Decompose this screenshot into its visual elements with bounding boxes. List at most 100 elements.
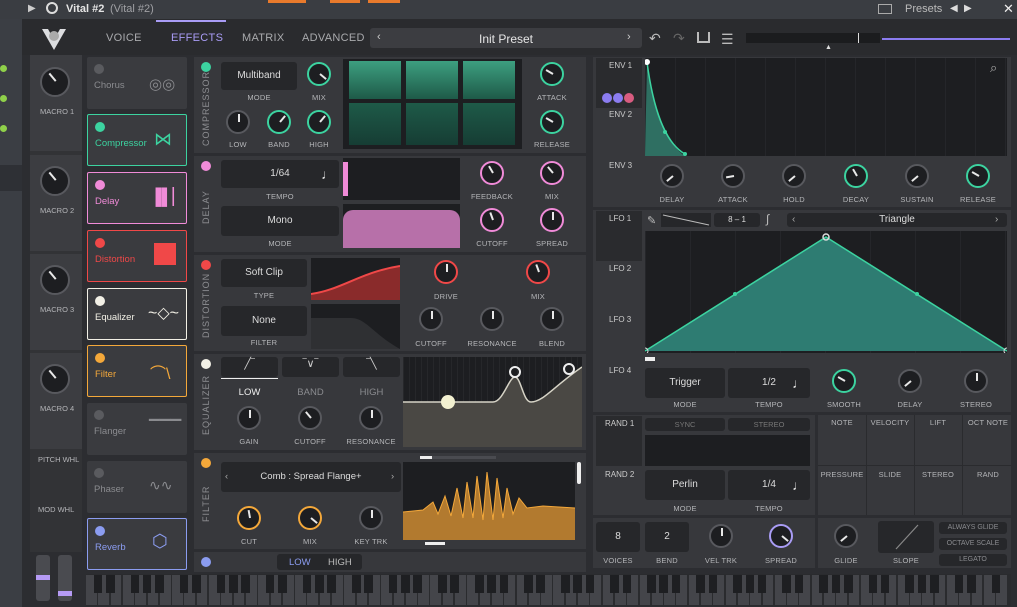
eq-gain-knob[interactable] xyxy=(237,406,261,430)
voices-value[interactable]: 8 xyxy=(596,522,640,552)
piano-black-key[interactable] xyxy=(487,575,496,593)
effect-compressor[interactable]: Compressor ⋈ xyxy=(87,114,187,166)
compressor-band-knob[interactable] xyxy=(267,110,291,134)
compressor-display[interactable] xyxy=(343,59,522,149)
piano-black-key[interactable] xyxy=(179,575,189,593)
filter-cut-knob[interactable] xyxy=(237,506,261,530)
preset-selector[interactable]: ‹ Init Preset › xyxy=(370,28,642,48)
rand-display[interactable] xyxy=(645,435,810,466)
eq-low-shape-button[interactable]: ╱‾ xyxy=(221,357,278,377)
piano-black-key[interactable] xyxy=(831,575,841,593)
piano-black-key[interactable] xyxy=(622,575,632,593)
piano-black-key[interactable] xyxy=(228,575,238,593)
mod-wheel[interactable] xyxy=(58,555,72,601)
filter-model-selector[interactable]: ‹ Comb : Spread Flange+ › xyxy=(221,462,401,492)
piano-black-key[interactable] xyxy=(610,575,619,593)
preset-prev-icon[interactable]: ◀ xyxy=(950,3,958,14)
lfo-tempo-value[interactable]: 1/2 ♩ xyxy=(728,368,810,398)
macro-1-label[interactable]: MACRO 1 xyxy=(40,107,74,116)
env-3-tab[interactable]: ENV 3 xyxy=(609,161,632,170)
lfo-smooth-knob[interactable] xyxy=(832,369,856,393)
piano-black-key[interactable] xyxy=(671,575,681,593)
delay-cutoff-knob[interactable] xyxy=(480,208,504,232)
filter-enable-toggle[interactable] xyxy=(201,458,211,468)
piano-black-key[interactable] xyxy=(241,575,250,593)
equalizer-enable-toggle[interactable] xyxy=(201,359,211,369)
always-glide-toggle[interactable]: ALWAYS GLIDE xyxy=(939,522,1007,534)
piano-black-key[interactable] xyxy=(142,575,152,593)
piano-black-key[interactable] xyxy=(696,575,705,593)
save-icon[interactable] xyxy=(697,32,710,43)
filter-prev-icon[interactable]: ‹ xyxy=(225,462,228,492)
env-2-tab[interactable]: ENV 2 xyxy=(609,110,632,119)
zoom-icon[interactable]: ⌕ xyxy=(990,60,997,76)
piano-black-key[interactable] xyxy=(843,575,853,593)
filter-blend-slider[interactable] xyxy=(420,456,496,459)
piano-black-key[interactable] xyxy=(524,575,533,593)
compressor-mode-value[interactable]: Multiband xyxy=(221,62,297,90)
rand-tempo-value[interactable]: 1/4 ♩ xyxy=(728,470,810,500)
filter-scrollbar[interactable] xyxy=(577,462,581,484)
filter-range-handle[interactable] xyxy=(425,542,445,545)
piano-black-key[interactable] xyxy=(413,575,423,593)
mod-source-slide[interactable]: SLIDE xyxy=(866,470,914,479)
piano-black-key[interactable] xyxy=(364,575,373,593)
eq-tab-band[interactable]: BAND xyxy=(282,387,339,398)
delay-feedback-knob[interactable] xyxy=(480,161,504,185)
mod-source-pressure[interactable]: PRESSURE xyxy=(818,470,866,479)
delay-tempo-value[interactable]: 1/64 ♩ xyxy=(221,160,339,188)
piano-black-key[interactable] xyxy=(155,575,164,593)
piano-black-key[interactable] xyxy=(917,575,927,593)
piano-black-key[interactable] xyxy=(880,575,890,593)
eq-band-node[interactable] xyxy=(509,366,521,378)
preset-next-arrow-icon[interactable]: › xyxy=(627,31,631,43)
mod-source-velocity[interactable]: VELOCITY xyxy=(866,418,914,427)
equalizer-display[interactable] xyxy=(403,357,582,447)
env-decay-knob[interactable] xyxy=(844,164,868,188)
slope-display[interactable] xyxy=(878,521,934,553)
lfo-1-tab[interactable]: LFO 1 xyxy=(596,211,642,261)
macro-2-knob[interactable] xyxy=(40,166,70,196)
lfo-delay-knob[interactable] xyxy=(898,369,922,393)
plugin-gear-icon[interactable] xyxy=(46,2,58,14)
piano-black-key[interactable] xyxy=(278,575,287,593)
eq-high-shape-button[interactable]: ‾╲ xyxy=(343,357,400,377)
distortion-cutoff-knob[interactable] xyxy=(419,307,443,331)
filter-keytrk-knob[interactable] xyxy=(359,506,383,530)
macro-1-knob[interactable] xyxy=(40,67,70,97)
effect-chorus[interactable]: Chorus ◎◎ xyxy=(87,57,187,109)
piano-black-key[interactable] xyxy=(991,575,1001,593)
spread-knob[interactable] xyxy=(769,524,793,548)
compressor-low-knob[interactable] xyxy=(226,110,250,134)
rand-stereo-button[interactable]: STEREO xyxy=(728,418,810,431)
presets-label[interactable]: Presets xyxy=(905,3,942,15)
rand-mode-value[interactable]: Perlin xyxy=(645,470,725,500)
effect-reverb[interactable]: Reverb ⬡ xyxy=(87,518,187,570)
piano-black-key[interactable] xyxy=(585,575,595,593)
lfo-display[interactable] xyxy=(645,231,1007,353)
tab-voice[interactable]: VOICE xyxy=(106,32,142,44)
eq-low-node[interactable] xyxy=(441,395,455,409)
lfo-mode-value[interactable]: Trigger xyxy=(645,368,725,398)
filter-response-display[interactable] xyxy=(403,462,575,540)
preset-next-icon[interactable]: ▶ xyxy=(964,3,972,14)
piano-keyboard[interactable] xyxy=(86,574,1011,606)
piano-black-key[interactable] xyxy=(954,575,964,593)
curve-icon[interactable]: ∫ xyxy=(766,212,769,226)
piano-black-key[interactable] xyxy=(794,575,804,593)
pencil-icon[interactable]: ✎ xyxy=(647,214,656,227)
tab-matrix[interactable]: MATRIX xyxy=(242,32,285,44)
piano-black-key[interactable] xyxy=(450,575,459,593)
piano-black-key[interactable] xyxy=(573,575,582,593)
piano-black-key[interactable] xyxy=(351,575,361,593)
eq-band-shape-button[interactable]: ‾∨‾ xyxy=(282,357,339,377)
lfo-grid-selector[interactable]: 8 – 1 xyxy=(714,213,760,227)
piano-black-key[interactable] xyxy=(192,575,201,593)
delay-enable-toggle[interactable] xyxy=(201,161,211,171)
redo-icon[interactable]: ↷ xyxy=(673,30,685,47)
mod-source-rand[interactable]: RAND xyxy=(962,470,1014,479)
rand-sync-button[interactable]: SYNC xyxy=(645,418,725,431)
reverb-high-tab[interactable]: HIGH xyxy=(328,557,352,568)
tab-effects[interactable]: EFFECTS xyxy=(171,32,223,44)
pitch-wheel[interactable] xyxy=(36,555,50,601)
